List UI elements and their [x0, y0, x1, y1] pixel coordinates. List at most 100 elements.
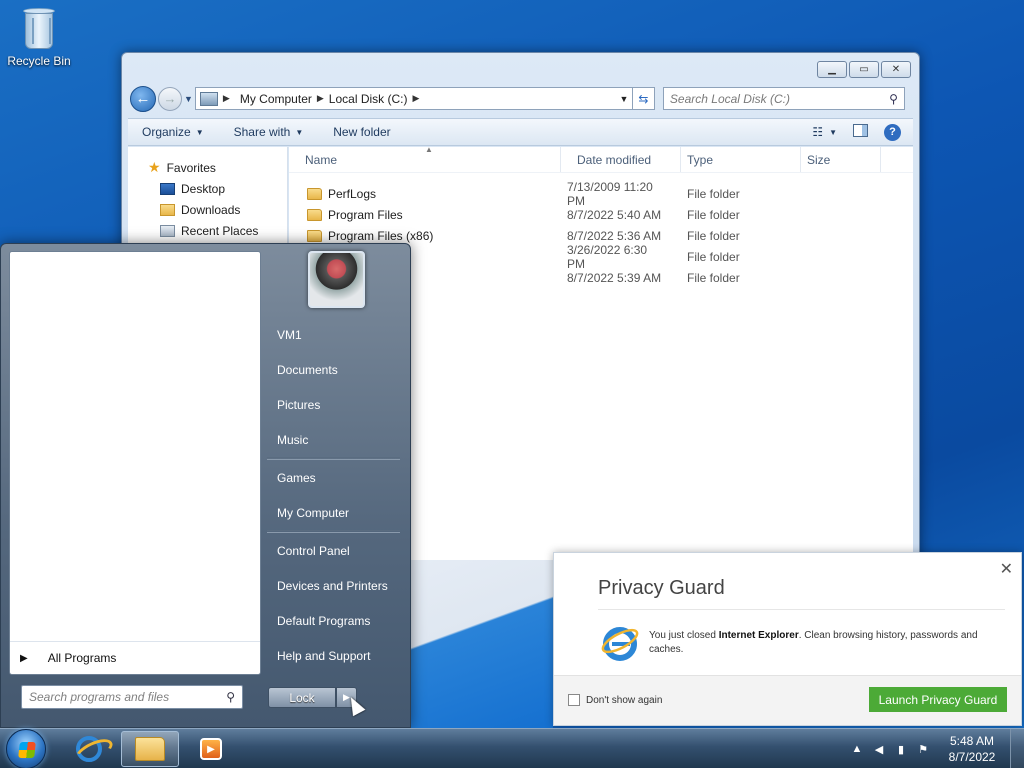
row-date: 7/13/2009 11:20 PM — [567, 179, 653, 208]
start-link-music[interactable]: Music — [263, 422, 408, 457]
minimize-button[interactable]: ▁ — [817, 61, 847, 78]
new-folder-button[interactable]: New folder — [333, 125, 390, 139]
start-link-default-programs[interactable]: Default Programs — [263, 603, 408, 638]
start-button[interactable] — [6, 729, 46, 768]
column-type-label: Type — [687, 152, 714, 167]
message-bold: Internet Explorer — [718, 630, 799, 641]
folder-icon — [307, 208, 322, 221]
internet-explorer-icon — [76, 736, 102, 762]
nav-item-downloads[interactable]: Downloads — [128, 199, 287, 220]
search-input[interactable]: Search Local Disk (C:) ⚲ — [662, 87, 905, 110]
help-icon: ? — [889, 126, 896, 138]
start-menu: ▶ All Programs Search programs and files… — [0, 243, 411, 728]
internet-explorer-icon — [601, 627, 639, 661]
volume-icon[interactable]: ◀ — [868, 743, 890, 756]
breadcrumb-separator-icon: ▶ — [412, 93, 420, 103]
maximize-button[interactable]: ▭ — [849, 61, 879, 78]
taskbar-windows-explorer[interactable] — [121, 731, 179, 767]
user-avatar[interactable] — [308, 251, 365, 308]
organize-menu[interactable]: Organize ▼ — [142, 125, 204, 139]
message-prefix: You just closed — [649, 630, 719, 641]
start-link-user[interactable]: VM1 — [263, 317, 408, 352]
preview-pane-button[interactable] — [853, 124, 868, 140]
table-row[interactable]: Program Files 8/7/2022 5:40 AM File fold… — [289, 204, 913, 225]
start-link-my-computer[interactable]: My Computer — [263, 495, 408, 530]
show-hidden-icons-icon[interactable]: ▲ — [846, 743, 868, 755]
start-search-placeholder: Search programs and files — [29, 690, 170, 704]
start-link-documents[interactable]: Documents — [263, 352, 408, 387]
taskbar-internet-explorer[interactable] — [60, 731, 118, 767]
recent-pages-dropdown[interactable]: ▼ — [184, 94, 193, 104]
help-button[interactable]: ? — [884, 123, 901, 141]
popup-message: You just closed Internet Explorer. Clean… — [649, 629, 979, 657]
nav-item-label: Desktop — [181, 181, 226, 196]
nav-item-recent-places[interactable]: Recent Places — [128, 220, 287, 241]
refresh-button[interactable]: ⇆ — [632, 87, 655, 110]
nav-favorites[interactable]: ★ Favorites — [128, 157, 287, 178]
column-name[interactable]: Name ▲ — [289, 145, 561, 172]
search-icon: ⚲ — [889, 91, 898, 106]
start-link-pictures[interactable]: Pictures — [263, 387, 408, 422]
search-icon: ⚲ — [226, 690, 235, 704]
address-bar[interactable]: ▶ My Computer ▶ Local Disk (C:) ▶ ▼ — [194, 87, 633, 110]
row-type: File folder — [687, 270, 740, 285]
start-search-input[interactable]: Search programs and files ⚲ — [21, 685, 243, 709]
show-desktop-button[interactable] — [1010, 729, 1024, 768]
back-button[interactable]: ← — [130, 85, 156, 112]
view-list-icon: ☷ — [812, 125, 824, 139]
recycle-bin-label: Recycle Bin — [7, 54, 71, 68]
row-name: Program Files (x86) — [328, 228, 434, 243]
folder-icon — [307, 229, 322, 242]
close-button[interactable]: ✕ — [881, 61, 911, 78]
start-link-control-panel[interactable]: Control Panel — [263, 533, 408, 568]
column-name-label: Name — [305, 152, 338, 167]
row-type: File folder — [687, 186, 740, 201]
clock-time: 5:48 AM — [949, 734, 995, 748]
network-icon[interactable]: ▮ — [890, 743, 912, 756]
row-name: PerfLogs — [328, 186, 377, 201]
taskbar-media-player[interactable]: ▶ — [182, 731, 240, 767]
divider — [598, 609, 1005, 610]
change-view-button[interactable]: ☷ ▼ — [812, 125, 837, 139]
forward-button[interactable]: → — [158, 86, 182, 111]
column-size[interactable]: Size — [801, 147, 881, 172]
share-with-menu[interactable]: Share with ▼ — [234, 125, 304, 139]
launch-privacy-guard-button[interactable]: Launch Privacy Guard — [869, 687, 1007, 712]
start-link-devices-printers[interactable]: Devices and Printers — [263, 568, 408, 603]
window-controls: ▁ ▭ ✕ — [817, 61, 911, 78]
row-date: 8/7/2022 5:39 AM — [567, 270, 662, 285]
taskbar: ▶ ▲ ◀ ▮ ⚑ 5:48 AM 8/7/2022 — [0, 728, 1024, 768]
all-programs-button[interactable]: ▶ All Programs — [10, 641, 260, 674]
nav-item-label: Recent Places — [181, 223, 259, 238]
breadcrumb-local-disk[interactable]: Local Disk (C:) — [329, 92, 408, 106]
search-placeholder: Search Local Disk (C:) — [669, 91, 790, 106]
clock-date: 8/7/2022 — [948, 750, 996, 764]
start-link-games[interactable]: Games — [263, 460, 408, 495]
chevron-down-icon: ▼ — [295, 127, 304, 137]
nav-item-desktop[interactable]: Desktop — [128, 178, 287, 199]
table-row[interactable]: PerfLogs 7/13/2009 11:20 PM File folder — [289, 180, 913, 208]
triangle-right-icon: ▶ — [20, 652, 28, 664]
chevron-down-icon: ▼ — [829, 127, 837, 137]
close-icon[interactable]: ✕ — [1000, 559, 1013, 579]
dont-show-label: Don't show again — [586, 694, 663, 706]
breadcrumb-separator-icon: ▶ — [222, 93, 230, 103]
column-type[interactable]: Type — [681, 147, 801, 172]
recycle-bin-desktop-icon[interactable]: Recycle Bin — [4, 6, 74, 68]
row-type: File folder — [687, 249, 740, 264]
popup-title: Privacy Guard — [598, 577, 725, 599]
lock-button[interactable]: Lock — [268, 687, 336, 708]
address-row: ← → ▼ ▶ My Computer ▶ Local Disk (C:) ▶ … — [130, 85, 911, 112]
action-center-flag-icon[interactable]: ⚑ — [912, 743, 934, 756]
forward-arrow-icon: → — [163, 91, 177, 106]
clock[interactable]: 5:48 AM 8/7/2022 — [934, 733, 1010, 765]
column-date[interactable]: Date modified — [561, 147, 681, 172]
address-dropdown-icon[interactable]: ▼ — [616, 94, 632, 104]
back-arrow-icon: ← — [135, 90, 151, 107]
share-with-label: Share with — [233, 125, 291, 139]
breadcrumb-my-computer[interactable]: My Computer — [240, 92, 312, 106]
refresh-icon: ⇆ — [638, 91, 649, 106]
row-type: File folder — [687, 228, 740, 243]
start-link-help-support[interactable]: Help and Support — [263, 638, 408, 673]
dont-show-again-checkbox[interactable]: Don't show again — [568, 694, 662, 706]
